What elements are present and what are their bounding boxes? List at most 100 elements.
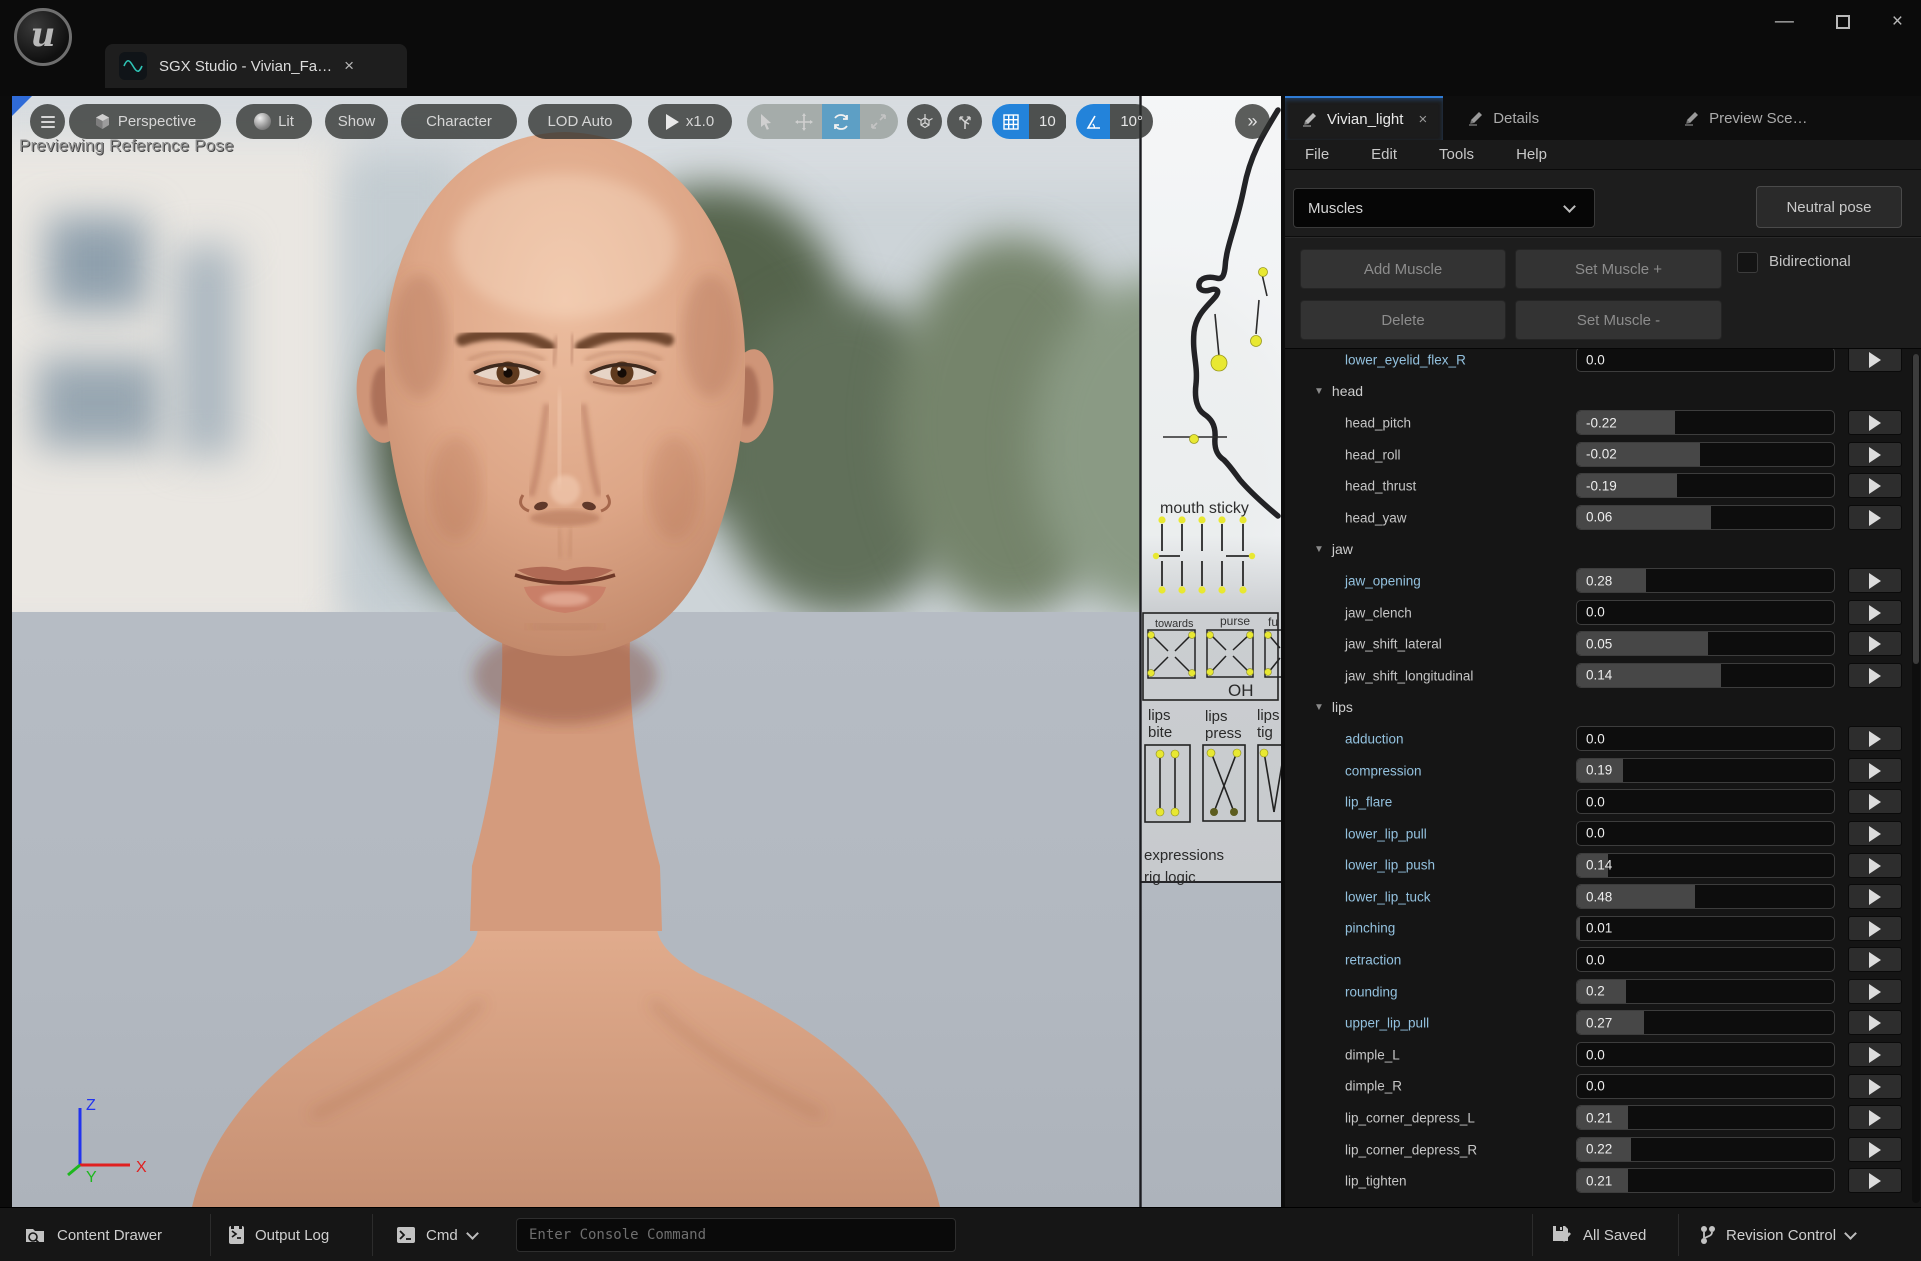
play-param-button[interactable] (1848, 853, 1902, 878)
play-param-button[interactable] (1848, 726, 1902, 751)
group-header[interactable]: ▼ jaw (1314, 541, 1353, 557)
param-slider[interactable]: 0.0 (1576, 600, 1835, 625)
play-param-button[interactable] (1848, 884, 1902, 909)
param-slider[interactable]: 0.19 (1576, 758, 1835, 783)
param-slider[interactable]: 0.14 (1576, 853, 1835, 878)
3d-viewport[interactable]: mouth sticky towards purse fu (12, 96, 1281, 1207)
maximize-icon[interactable] (1836, 15, 1850, 29)
param-slider[interactable]: 0.0 (1576, 1042, 1835, 1067)
play-param-button[interactable] (1848, 473, 1902, 498)
play-param-button[interactable] (1848, 631, 1902, 656)
play-param-button[interactable] (1848, 979, 1902, 1004)
group-header[interactable]: ▼ head (1314, 383, 1363, 399)
param-slider[interactable]: 0.48 (1576, 884, 1835, 909)
scrollbar-thumb[interactable] (1913, 354, 1919, 664)
param-value: 0.19 (1586, 763, 1612, 778)
param-slider[interactable]: 0.01 (1576, 916, 1835, 941)
collapse-arrow-icon[interactable]: ▼ (1314, 386, 1324, 397)
play-param-button[interactable] (1848, 663, 1902, 688)
param-slider[interactable]: 0.0 (1576, 821, 1835, 846)
menu-edit[interactable]: Edit (1371, 146, 1397, 163)
play-param-button[interactable] (1848, 916, 1902, 941)
app-tab-close-icon[interactable]: × (344, 56, 354, 76)
param-slider[interactable]: 0.05 (1576, 631, 1835, 656)
param-row: lip_flare 0.0 (1285, 786, 1911, 818)
param-slider[interactable]: 0.0 (1576, 1074, 1835, 1099)
bidirectional-checkbox[interactable] (1737, 252, 1758, 273)
param-row: lower_lip_pull 0.0 (1285, 818, 1911, 850)
play-param-button[interactable] (1848, 1168, 1902, 1193)
param-slider[interactable]: 0.22 (1576, 1137, 1835, 1162)
app-tab[interactable]: SGX Studio - Vivian_Fa… × (105, 44, 407, 88)
play-param-button[interactable] (1848, 1074, 1902, 1099)
tab-vivian-light[interactable]: Vivian_light × (1285, 96, 1443, 140)
param-slider[interactable]: 0.0 (1576, 726, 1835, 751)
param-slider[interactable]: 0.0 (1576, 947, 1835, 972)
param-slider[interactable]: 0.06 (1576, 505, 1835, 530)
param-slider[interactable]: 0.21 (1576, 1168, 1835, 1193)
tab-close-icon[interactable]: × (1418, 111, 1427, 128)
minimize-icon[interactable]: — (1775, 11, 1794, 33)
param-slider[interactable]: -0.19 (1576, 473, 1835, 498)
param-slider[interactable]: -0.02 (1576, 442, 1835, 467)
play-param-button[interactable] (1848, 568, 1902, 593)
play-param-button[interactable] (1848, 505, 1902, 530)
set-muscle-plus-button[interactable]: Set Muscle + (1515, 249, 1722, 289)
menu-tools[interactable]: Tools (1439, 146, 1474, 163)
param-slider[interactable]: 0.0 (1576, 789, 1835, 814)
cmd-selector[interactable]: Cmd (396, 1208, 477, 1261)
param-label: compression (1345, 763, 1422, 778)
set-muscle-minus-button[interactable]: Set Muscle - (1515, 300, 1722, 340)
console-command-input[interactable]: Enter Console Command (516, 1218, 956, 1252)
mode-dropdown[interactable]: Muscles (1293, 188, 1595, 228)
chevron-down-icon (1563, 200, 1576, 213)
collapse-arrow-icon[interactable]: ▼ (1314, 544, 1324, 555)
param-value: 0.0 (1586, 352, 1605, 367)
output-log-button[interactable]: Output Log (228, 1208, 329, 1261)
play-param-button[interactable] (1848, 1010, 1902, 1035)
tab-details[interactable]: Details (1451, 96, 1555, 140)
play-param-button[interactable] (1848, 442, 1902, 467)
param-slider[interactable]: 0.21 (1576, 1105, 1835, 1130)
param-label: lip_flare (1345, 795, 1392, 810)
param-slider[interactable]: 0.27 (1576, 1010, 1835, 1035)
neutral-pose-button[interactable]: Neutral pose (1756, 186, 1902, 228)
param-value: 0.01 (1586, 921, 1612, 936)
param-slider[interactable]: 0.14 (1576, 663, 1835, 688)
play-icon (1869, 415, 1881, 431)
tab-preview-scene[interactable]: Preview Sce… (1667, 96, 1823, 140)
play-param-button[interactable] (1848, 1042, 1902, 1067)
param-slider[interactable]: 0.0 (1576, 349, 1835, 372)
play-param-button[interactable] (1848, 789, 1902, 814)
play-icon (1869, 1173, 1881, 1189)
play-icon (1869, 1079, 1881, 1095)
param-slider[interactable]: -0.22 (1576, 410, 1835, 435)
play-param-button[interactable] (1848, 1105, 1902, 1130)
content-drawer-button[interactable]: Content Drawer (25, 1208, 162, 1261)
param-value: 0.0 (1586, 1079, 1605, 1094)
delete-button[interactable]: Delete (1300, 300, 1506, 340)
param-row: jaw_clench 0.0 (1285, 597, 1911, 629)
unreal-logo-icon[interactable]: u (14, 8, 72, 66)
param-slider[interactable]: 0.2 (1576, 979, 1835, 1004)
play-param-button[interactable] (1848, 410, 1902, 435)
param-slider[interactable]: 0.28 (1576, 568, 1835, 593)
menu-help[interactable]: Help (1516, 146, 1547, 163)
add-muscle-button[interactable]: Add Muscle (1300, 249, 1506, 289)
close-icon[interactable]: × (1892, 11, 1903, 33)
play-param-button[interactable] (1848, 349, 1902, 372)
group-header[interactable]: ▼ lips (1314, 699, 1353, 715)
revision-control-button[interactable]: Revision Control (1700, 1208, 1855, 1261)
panel-scrollbar[interactable] (1912, 354, 1920, 1203)
menu-file[interactable]: File (1305, 146, 1329, 163)
play-param-button[interactable] (1848, 600, 1902, 625)
play-param-button[interactable] (1848, 821, 1902, 846)
play-param-button[interactable] (1848, 758, 1902, 783)
play-param-button[interactable] (1848, 1137, 1902, 1162)
all-saved-button[interactable]: All Saved (1552, 1208, 1646, 1261)
param-row: upper_lip_pull 0.27 (1285, 1007, 1911, 1039)
param-value: 0.05 (1586, 636, 1612, 651)
param-label: head_roll (1345, 447, 1401, 462)
play-param-button[interactable] (1848, 947, 1902, 972)
collapse-arrow-icon[interactable]: ▼ (1314, 702, 1324, 713)
